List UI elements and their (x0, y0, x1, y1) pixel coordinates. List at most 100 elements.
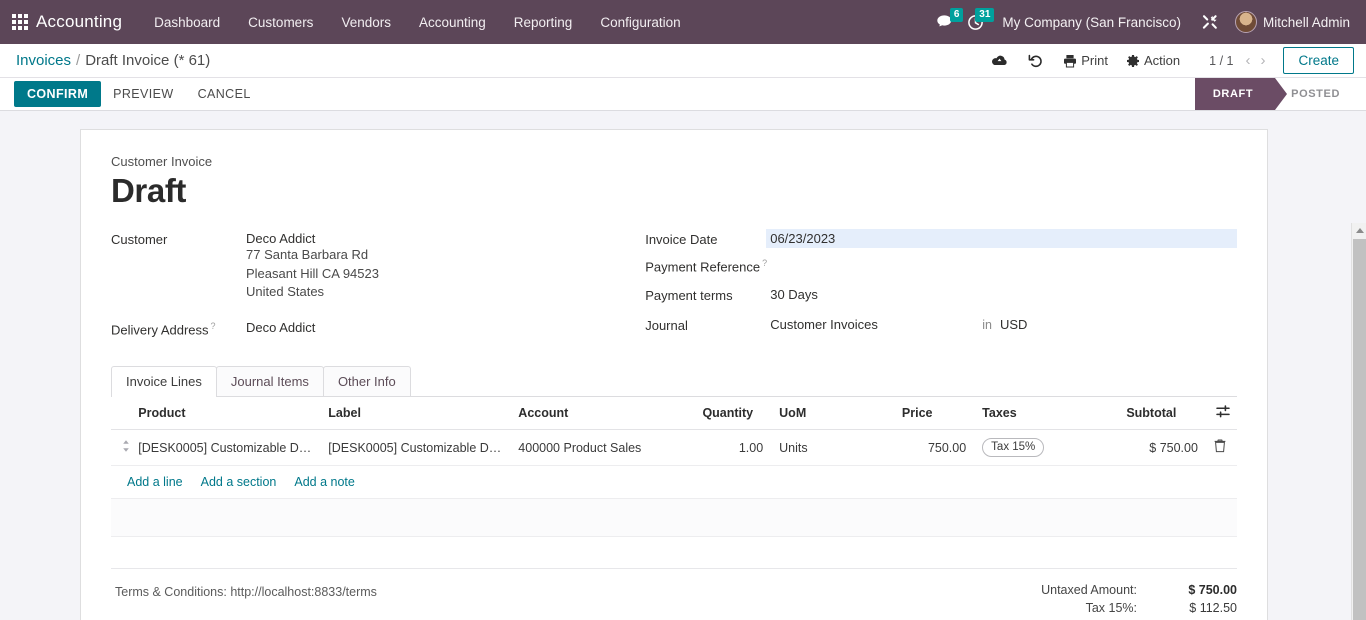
untaxed-amount-label: Untaxed Amount: (987, 583, 1151, 597)
pager-next-icon[interactable]: › (1256, 53, 1269, 68)
invoice-lines-table: Product Label Account Quantity UoM Price… (111, 397, 1237, 466)
action-button[interactable]: Action (1117, 48, 1189, 73)
undo-icon (1028, 53, 1044, 68)
drag-handle-icon (121, 439, 131, 453)
messages-menu[interactable]: 6 (928, 10, 959, 34)
tax-badge[interactable]: Tax 15% (982, 438, 1044, 457)
save-button[interactable] (981, 49, 1018, 73)
customer-name[interactable]: Deco Addict (246, 231, 640, 246)
cell-quantity[interactable]: 1.00 (696, 430, 769, 466)
table-header-row: Product Label Account Quantity UoM Price… (111, 397, 1237, 430)
control-panel-actions: Print Action 1 / 1 ‹ › Create (981, 47, 1354, 74)
header-label[interactable]: Label (322, 397, 512, 430)
cell-taxes[interactable]: Tax 15% (972, 430, 1120, 466)
main-menu: Dashboard Customers Vendors Accounting R… (140, 9, 695, 36)
total-row-untaxed: Untaxed Amount: $ 750.00 (987, 581, 1237, 599)
payment-terms-value[interactable]: 30 Days (770, 287, 1237, 302)
form-viewport: Customer Invoice Draft Customer Deco Add… (0, 111, 1366, 620)
tab-other-info[interactable]: Other Info (323, 366, 411, 396)
field-payment-reference: Payment Reference? (645, 257, 1237, 274)
preview-button[interactable]: PREVIEW (101, 81, 185, 107)
activities-menu[interactable]: 31 (959, 10, 990, 35)
row-drag-handle[interactable] (111, 430, 132, 466)
cell-label-text: [DESK0005] Customizable Des... (328, 441, 506, 455)
currency-value[interactable]: USD (1000, 317, 1027, 332)
page-title: Draft (111, 173, 1237, 209)
status-action-bar: CONFIRM PREVIEW CANCEL DRAFT POSTED (0, 78, 1366, 111)
menu-item-reporting[interactable]: Reporting (500, 9, 587, 36)
user-name: Mitchell Admin (1263, 15, 1350, 30)
cloud-upload-icon (991, 54, 1008, 68)
header-quantity[interactable]: Quantity (696, 397, 769, 430)
app-brand-accounting[interactable]: Accounting (36, 12, 122, 32)
cell-uom[interactable]: Units (769, 430, 896, 466)
header-account[interactable]: Account (512, 397, 696, 430)
field-invoice-date: Invoice Date 06/23/2023 (645, 231, 1237, 247)
cell-delete[interactable] (1204, 430, 1237, 466)
stage-draft[interactable]: DRAFT (1195, 78, 1275, 110)
discard-button[interactable] (1018, 48, 1054, 73)
pager-previous-icon[interactable]: ‹ (1241, 53, 1254, 68)
confirm-button[interactable]: CONFIRM (14, 81, 101, 107)
add-row-links: Add a line Add a section Add a note (111, 466, 1237, 499)
customer-address-line-1: 77 Santa Barbara Rd (246, 246, 640, 265)
terms-and-conditions[interactable]: Terms & Conditions: http://localhost:883… (111, 581, 377, 620)
header-price[interactable]: Price (896, 397, 972, 430)
printer-icon (1063, 54, 1077, 68)
add-a-line-link[interactable]: Add a line (127, 475, 183, 489)
notebook: Invoice Lines Journal Items Other Info P… (111, 365, 1237, 569)
add-a-section-link[interactable]: Add a section (201, 475, 277, 489)
gear-icon (1126, 54, 1140, 68)
add-a-note-link[interactable]: Add a note (294, 475, 354, 489)
avatar (1235, 11, 1257, 33)
cancel-button[interactable]: CANCEL (186, 81, 263, 107)
header-subtotal[interactable]: Subtotal (1120, 397, 1204, 430)
header-product[interactable]: Product (132, 397, 322, 430)
cell-label[interactable]: [DESK0005] Customizable Des... (322, 430, 512, 466)
stage-posted[interactable]: POSTED (1275, 78, 1366, 110)
delivery-address-label-text: Delivery Address (111, 322, 209, 337)
payment-reference-input[interactable] (770, 257, 1237, 272)
cell-account[interactable]: 400000 Product Sales (512, 430, 696, 466)
user-menu[interactable]: Mitchell Admin (1225, 7, 1356, 37)
menu-item-configuration[interactable]: Configuration (586, 9, 694, 36)
menu-item-dashboard[interactable]: Dashboard (140, 9, 234, 36)
breadcrumb-current: Draft Invoice (* 61) (85, 52, 210, 69)
field-payment-terms: Payment terms 30 Days (645, 287, 1237, 303)
untaxed-amount-value: $ 750.00 (1151, 583, 1237, 597)
breadcrumb-invoices[interactable]: Invoices (16, 52, 71, 69)
vertical-scrollbar[interactable] (1351, 223, 1366, 620)
tab-journal-items[interactable]: Journal Items (216, 366, 324, 396)
invoice-sheet: Customer Invoice Draft Customer Deco Add… (80, 129, 1268, 620)
cell-subtotal: $ 750.00 (1120, 430, 1204, 466)
menu-item-customers[interactable]: Customers (234, 9, 327, 36)
cell-product[interactable]: [DESK0005] Customizable Des... (132, 430, 322, 466)
print-button[interactable]: Print (1054, 48, 1117, 73)
table-row[interactable]: [DESK0005] Customizable Des... [DESK0005… (111, 430, 1237, 466)
payment-reference-label: Payment Reference? (645, 257, 770, 274)
scroll-up-arrow-icon[interactable] (1352, 223, 1366, 238)
customer-label: Customer (111, 231, 246, 247)
invoice-date-input[interactable]: 06/23/2023 (766, 229, 1237, 248)
create-button[interactable]: Create (1283, 47, 1354, 74)
help-icon-delivery-address[interactable]: ? (211, 321, 216, 331)
header-uom[interactable]: UoM (769, 397, 896, 430)
delivery-address-value[interactable]: Deco Addict (246, 320, 640, 335)
menu-item-vendors[interactable]: Vendors (327, 9, 405, 36)
apps-grid-icon[interactable] (12, 14, 28, 30)
column-options-icon[interactable] (1216, 407, 1231, 421)
journal-value[interactable]: Customer Invoices (770, 317, 982, 332)
tab-invoice-lines[interactable]: Invoice Lines (111, 366, 217, 397)
company-switcher[interactable]: My Company (San Francisco) (990, 9, 1193, 36)
trash-icon[interactable] (1214, 441, 1226, 456)
invoice-lines-header: Product Label Account Quantity UoM Price… (111, 397, 1237, 430)
debug-menu[interactable] (1193, 9, 1225, 35)
notebook-tabs: Invoice Lines Journal Items Other Info (111, 365, 1237, 397)
sheet-footer: Terms & Conditions: http://localhost:883… (111, 569, 1237, 620)
help-icon-payment-reference[interactable]: ? (762, 258, 767, 268)
vertical-scroll-thumb[interactable] (1353, 239, 1366, 620)
header-taxes[interactable]: Taxes (972, 397, 1120, 430)
invoice-date-label: Invoice Date (645, 231, 770, 247)
menu-item-accounting[interactable]: Accounting (405, 9, 500, 36)
cell-price[interactable]: 750.00 (896, 430, 972, 466)
